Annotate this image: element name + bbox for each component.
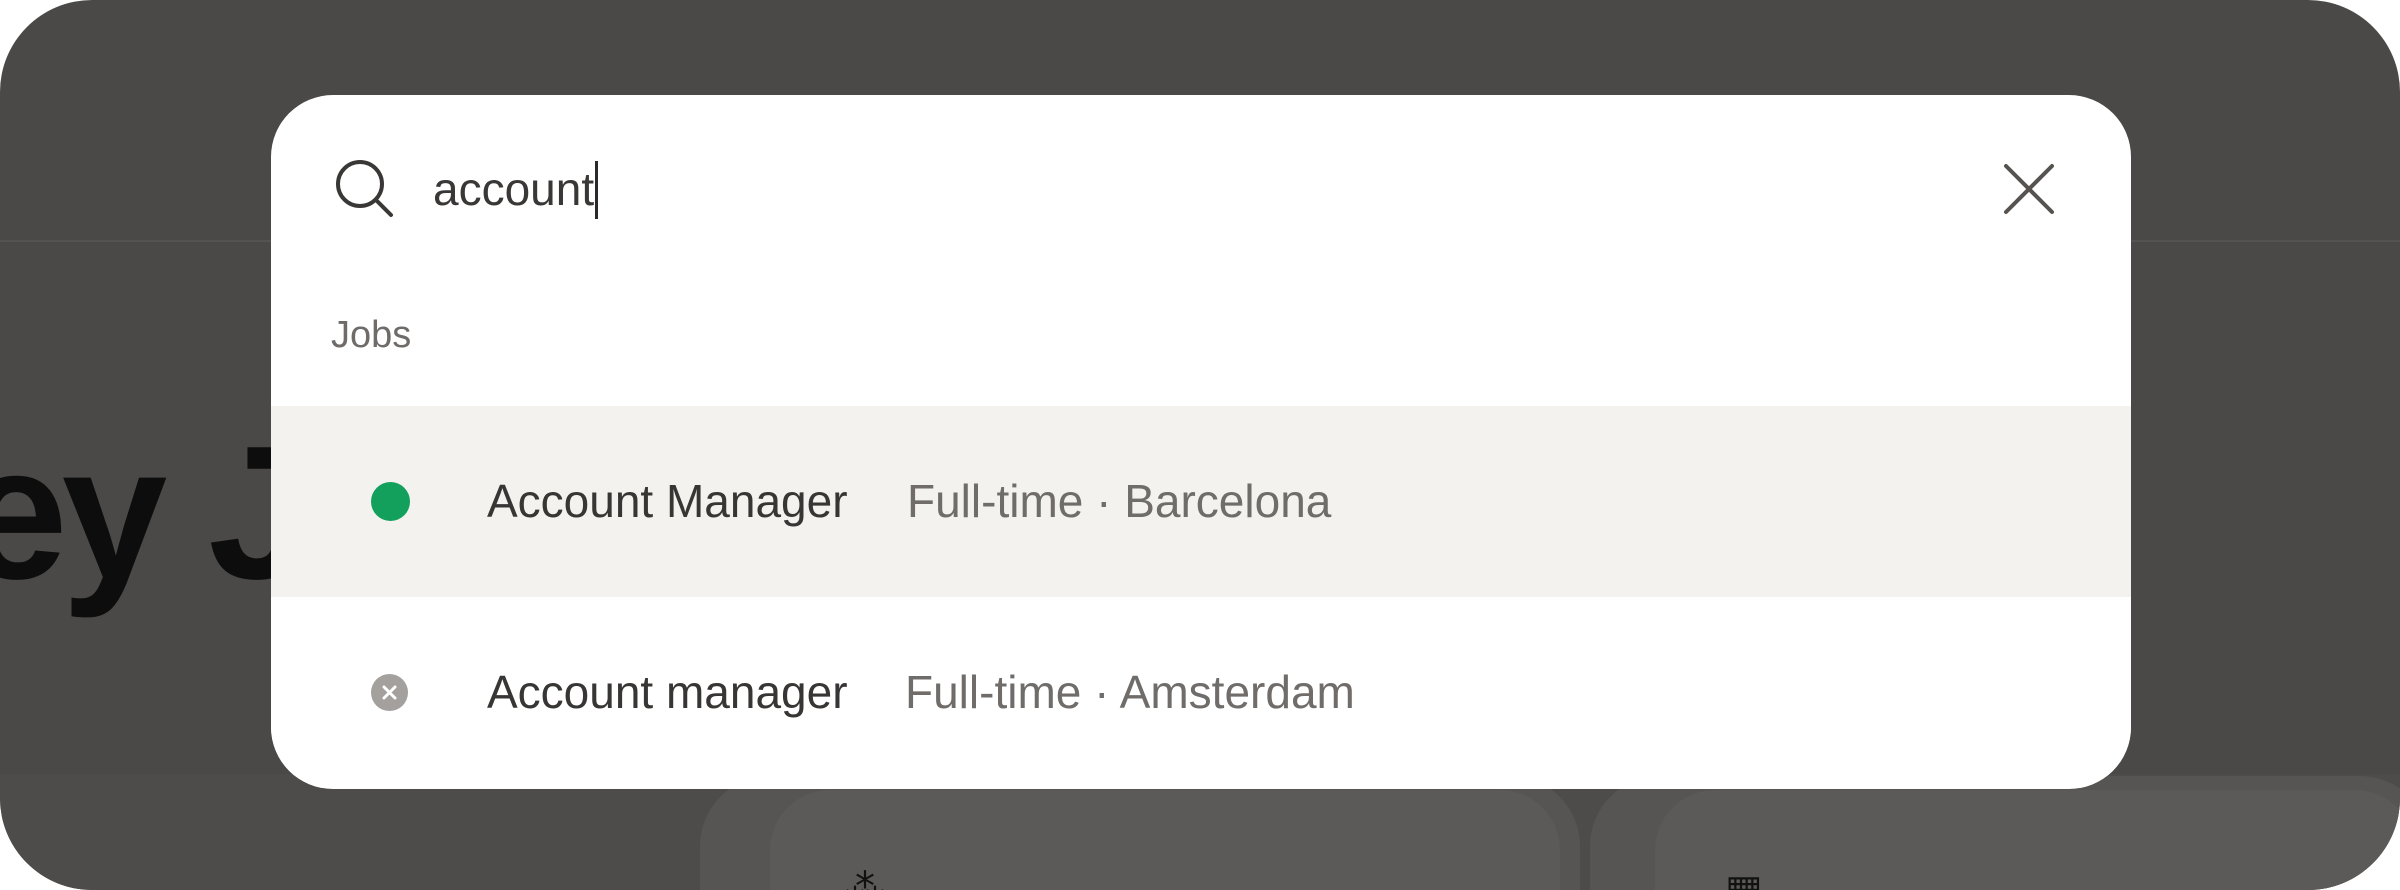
search-result-item[interactable]: Account manager Full-time · Amsterdam [271, 597, 2131, 788]
text-caret [595, 160, 599, 219]
background-calendar-icon: ▦ [1725, 867, 1763, 890]
result-title: Account manager [487, 666, 848, 718]
close-button[interactable] [1997, 157, 2061, 221]
screen: ey J ⁂ ▦ account Jobs Account Manager Fu… [0, 0, 2400, 890]
result-title: Account Manager [487, 475, 848, 527]
background-page-heading: ey J [0, 407, 314, 619]
search-result-item[interactable]: Account Manager Full-time · Barcelona [271, 406, 2131, 597]
background-card-inner [1655, 790, 2400, 890]
section-label-jobs: Jobs [331, 314, 412, 356]
background-people-icon: ⁂ [845, 867, 885, 890]
status-closed-icon [371, 674, 408, 711]
result-meta: Full-time · Amsterdam [905, 666, 1355, 718]
search-input-value: account [433, 163, 595, 215]
status-open-icon [371, 482, 410, 521]
background-card-inner [770, 790, 1560, 890]
search-input[interactable]: account [433, 157, 599, 221]
search-icon [333, 157, 397, 221]
result-meta: Full-time · Barcelona [907, 475, 1332, 527]
close-icon [1997, 164, 2061, 225]
search-bar: account [271, 95, 2131, 285]
search-modal: account Jobs Account Manager Full-time ·… [271, 95, 2131, 789]
